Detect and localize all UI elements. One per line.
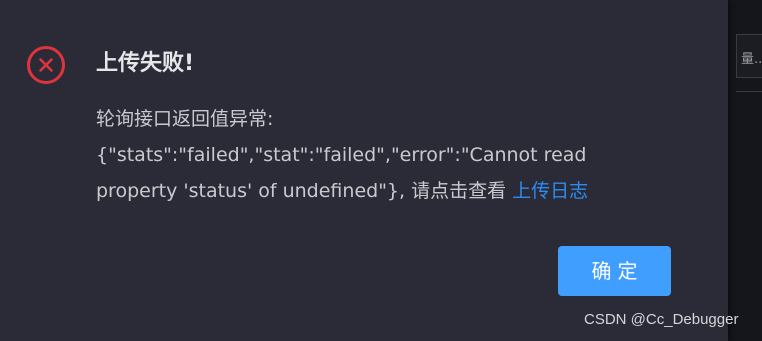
confirm-button[interactable]: 确定 — [558, 246, 671, 296]
dialog-message: 轮询接口返回值异常: {"stats":"failed","stat":"fai… — [96, 101, 706, 209]
message-line-3-text: property 'status' of undefined"}, 请点击查看 — [96, 180, 513, 202]
message-line-1: 轮询接口返回值异常: — [96, 108, 274, 130]
error-dialog: 上传失败! 轮询接口返回值异常: {"stats":"failed","stat… — [0, 0, 728, 341]
message-line-2: {"stats":"failed","stat":"failed","error… — [96, 144, 587, 166]
message-line-3: property 'status' of undefined"}, 请点击查看 … — [96, 173, 706, 209]
background-partial-text: 量... — [741, 52, 762, 67]
watermark: CSDN @Cc_Debugger — [584, 311, 739, 328]
error-circle-x-icon — [27, 46, 65, 84]
upload-log-link[interactable]: 上传日志 — [512, 180, 588, 202]
screen: 量... 上传失败! 轮询接口返回值异常: {"stats":"failed",… — [0, 0, 762, 341]
dialog-title: 上传失败! — [96, 51, 195, 76]
background-divider — [736, 91, 762, 92]
